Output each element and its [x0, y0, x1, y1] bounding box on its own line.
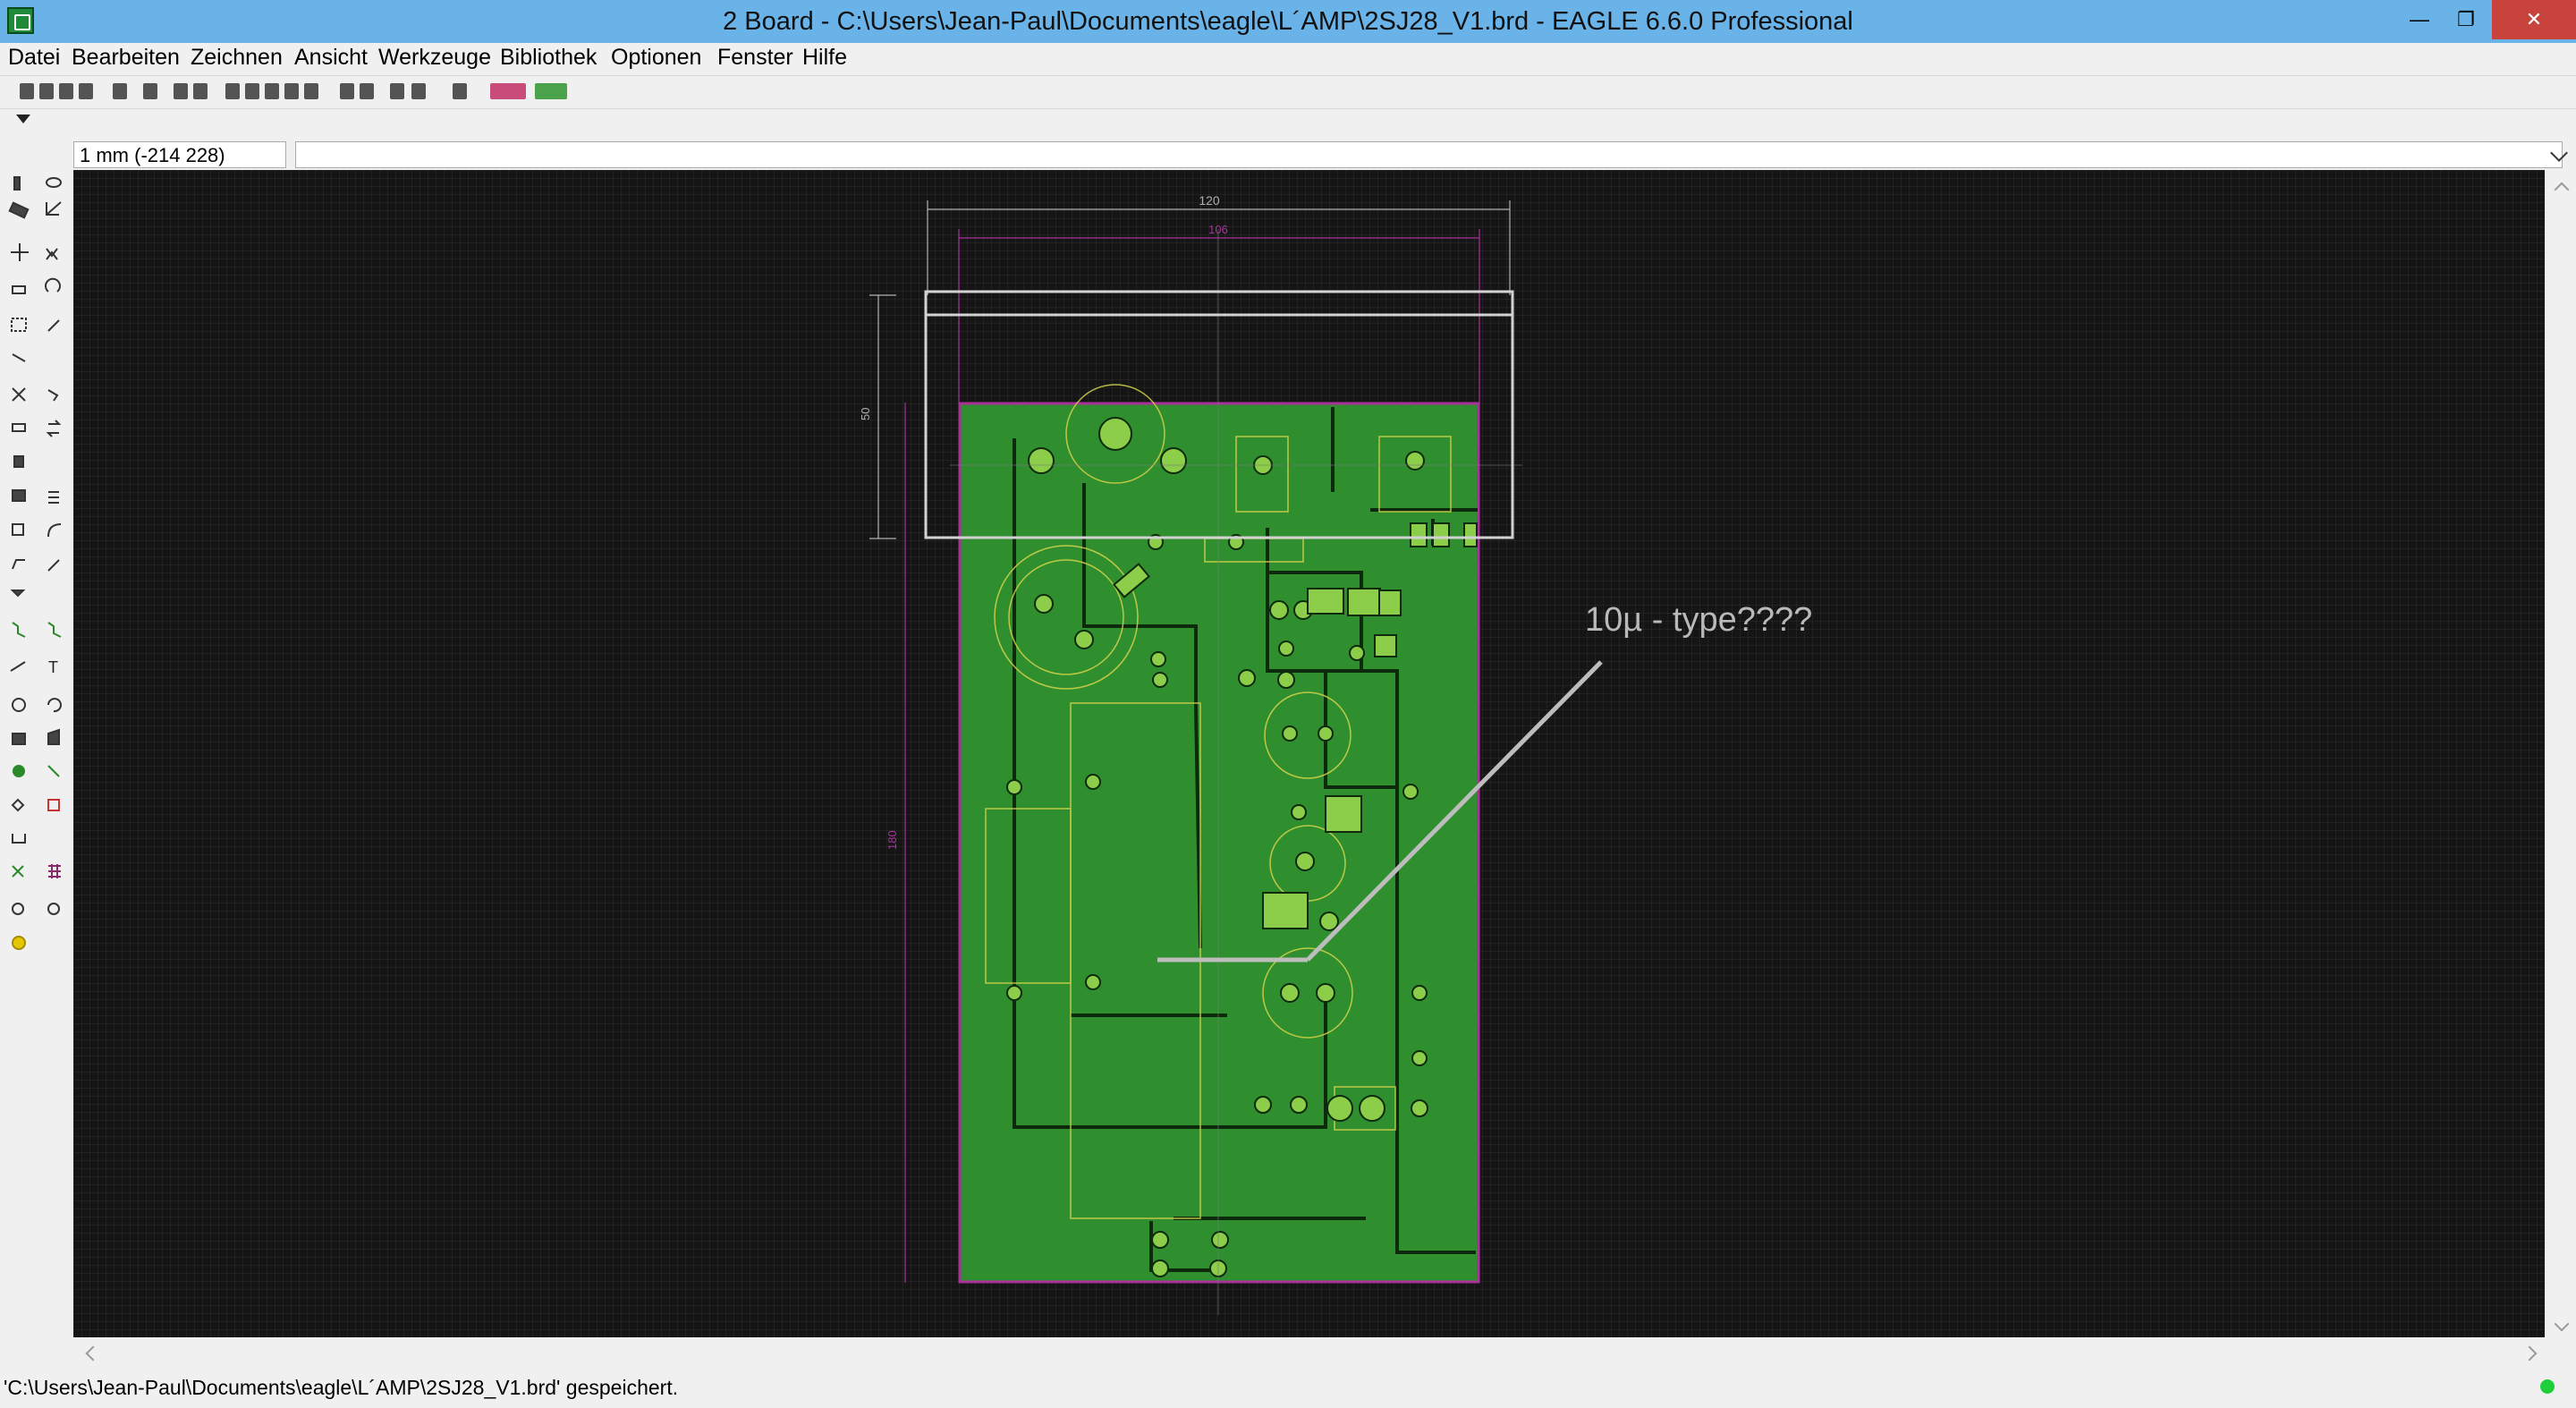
menu-fenster[interactable]: Fenster [717, 45, 793, 71]
scroll-up-icon[interactable] [2554, 182, 2570, 198]
add-tool-icon [47, 389, 59, 402]
switch-board-icon[interactable] [193, 83, 208, 99]
parameter-toolbar [0, 108, 2576, 139]
replace-tool-icon [10, 589, 26, 598]
paste-tool-icon [12, 353, 26, 362]
dimension-label-120: 120 [1199, 193, 1220, 208]
delete-tool-icon [12, 387, 26, 402]
vertical-scrollbar[interactable] [2547, 170, 2576, 1337]
text-tool-icon: T [48, 658, 58, 676]
tool-palette-icons[interactable]: T [0, 170, 72, 975]
status-message: 'C:\Users\Jean-Paul\Documents\eagle\L´AM… [4, 1376, 679, 1399]
stop-icon[interactable] [390, 83, 404, 99]
ratsnest-all-icon [12, 865, 24, 878]
move-tool-icon [11, 243, 29, 261]
horizontal-scrollbar[interactable] [73, 1339, 2545, 1368]
help-icon[interactable] [453, 83, 467, 99]
menu-hilfe[interactable]: Hilfe [802, 45, 847, 71]
zoom-in-icon[interactable] [245, 83, 259, 99]
redo-icon[interactable] [360, 83, 374, 99]
pcb-layout[interactable]: 120 106 50 180 [73, 170, 2545, 1337]
mark-tool-icon [46, 201, 62, 216]
copper-pour [961, 404, 1478, 1281]
zoom-redraw-icon[interactable] [284, 83, 299, 99]
miter-tool-icon [47, 523, 62, 538]
close-button[interactable]: ✕ [2492, 0, 2576, 39]
info-tool-icon [13, 176, 21, 191]
optimize-tool-icon [12, 523, 24, 536]
go-icon[interactable] [411, 83, 426, 99]
group-tool-icon [11, 318, 27, 332]
ratsnest-tool-icon [47, 622, 62, 638]
scroll-right-icon[interactable] [2521, 1345, 2538, 1361]
drc-tool-icon [48, 864, 61, 878]
title-bar: 2 Board - C:\Users\Jean-Paul\Documents\e… [0, 0, 2576, 43]
menu-optionen[interactable]: Optionen [611, 45, 701, 71]
menu-werkzeuge[interactable]: Werkzeuge [378, 45, 491, 71]
dimension-label-180: 180 [886, 830, 899, 850]
split-tool-icon [48, 491, 59, 504]
scroll-down-icon[interactable] [2554, 1316, 2570, 1332]
save-icon[interactable] [39, 83, 54, 99]
attribute-tool-icon [47, 799, 60, 811]
value-tool-icon [46, 420, 62, 437]
polygon-tool-icon [47, 728, 60, 745]
coordinate-readout: 1 mm (-214 228) [73, 141, 286, 168]
rotate-tool-icon [45, 277, 61, 293]
tool-palette: T [0, 170, 72, 1337]
menu-bibliothek[interactable]: Bibliothek [500, 45, 597, 71]
dimension-label-50: 50 [859, 408, 872, 420]
main-toolbar [0, 75, 2576, 109]
menu-datei[interactable]: Datei [8, 45, 60, 71]
cam-icon[interactable] [79, 83, 93, 99]
window-title: 2 Board - C:\Users\Jean-Paul\Documents\e… [723, 7, 1853, 36]
menu-ansicht[interactable]: Ansicht [294, 45, 368, 71]
signal-tool-icon [47, 765, 60, 777]
wire-tool-icon [10, 661, 26, 672]
display-tool-icon [8, 201, 30, 219]
zoom-select-icon[interactable] [304, 83, 318, 99]
status-indicator-icon [2540, 1379, 2555, 1394]
open-icon[interactable] [20, 83, 34, 99]
mirror-tool-icon [12, 285, 26, 294]
menu-bearbeiten[interactable]: Bearbeiten [72, 45, 180, 71]
autorouter-tool-icon [12, 622, 26, 638]
arc-tool-icon [47, 698, 62, 713]
dimension-tool-icon [12, 834, 26, 844]
zoom-fit-icon[interactable] [225, 83, 240, 99]
command-input[interactable] [295, 141, 2563, 168]
element14-icon[interactable] [535, 83, 567, 99]
copy-tool-icon [46, 248, 58, 260]
erc-tool-icon [12, 903, 24, 915]
undo-icon[interactable] [340, 83, 354, 99]
smash-tool-icon [12, 489, 26, 502]
status-bar: 'C:\Users\Jean-Paul\Documents\eagle\L´AM… [0, 1369, 2576, 1408]
hole-tool-icon [11, 798, 25, 812]
scroll-left-icon[interactable] [85, 1345, 101, 1361]
design-link-icon[interactable] [490, 83, 526, 99]
zoom-out-icon[interactable] [265, 83, 279, 99]
board-annotation-text: 10µ - type???? [1585, 601, 1813, 639]
lock-tool-icon [13, 455, 24, 468]
print-icon[interactable] [59, 83, 73, 99]
ulp-icon[interactable] [143, 83, 157, 99]
switch-schematic-icon[interactable] [174, 83, 188, 99]
menu-zeichnen[interactable]: Zeichnen [191, 45, 283, 71]
show-tool-icon [46, 177, 62, 188]
rect-tool-icon [12, 733, 26, 745]
ripup-tool-icon [47, 559, 60, 572]
errors-tool-icon [47, 903, 60, 915]
name-tool-icon [12, 423, 26, 432]
via-tool-icon [13, 765, 25, 777]
circle-tool-icon [12, 698, 26, 712]
menu-bar: Datei Bearbeiten Zeichnen Ansicht Werkze… [0, 43, 2576, 73]
route-tool-icon [12, 559, 25, 570]
change-tool-icon [47, 319, 60, 332]
warning-tool-icon [12, 936, 26, 950]
board-canvas[interactable]: 120 106 50 180 10µ - type???? [73, 170, 2545, 1337]
parameter-dropdown-icon[interactable] [16, 115, 30, 123]
script-icon[interactable] [113, 83, 127, 99]
